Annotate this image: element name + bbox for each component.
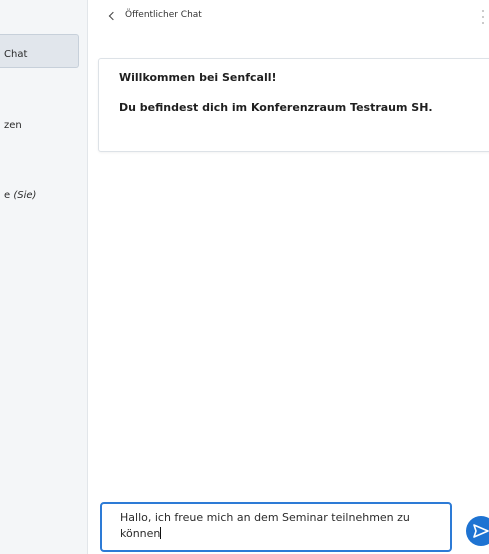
message-input[interactable]: Hallo, ich freue mich an dem Seminar tei… bbox=[100, 502, 452, 552]
text-cursor bbox=[160, 527, 162, 539]
chevron-left-icon bbox=[108, 11, 118, 20]
send-icon bbox=[473, 524, 489, 538]
sidebar-item-label: e bbox=[4, 190, 14, 201]
sidebar-item-label: Chat bbox=[4, 49, 28, 60]
chat-header: Öffentlicher Chat bbox=[100, 10, 489, 30]
sidebar-item-you-tag: (Sie) bbox=[13, 190, 37, 201]
back-button[interactable]: Öffentlicher Chat bbox=[108, 10, 202, 20]
message-input-text: Hallo, ich freue mich an dem Seminar tei… bbox=[120, 511, 410, 540]
chat-app: Chat zen e (Sie) Öffentlicher Chat Willk… bbox=[0, 0, 489, 554]
sidebar: Chat zen e (Sie) bbox=[0, 0, 88, 554]
kebab-menu-icon[interactable] bbox=[482, 10, 485, 24]
sidebar-item-label: zen bbox=[4, 120, 22, 131]
sidebar-item-chat[interactable]: Chat bbox=[0, 34, 79, 68]
chat-title: Öffentlicher Chat bbox=[125, 10, 202, 20]
sidebar-item-users[interactable]: zen bbox=[4, 120, 22, 131]
welcome-message: Willkommen bei Senfcall! Du befindest di… bbox=[98, 58, 489, 152]
send-button[interactable] bbox=[466, 516, 489, 546]
sidebar-item-self-user[interactable]: e (Sie) bbox=[4, 190, 36, 201]
welcome-line: Willkommen bei Senfcall! bbox=[119, 71, 277, 84]
conference-room-line: Du befindest dich im Konferenzraum Testr… bbox=[119, 101, 433, 114]
